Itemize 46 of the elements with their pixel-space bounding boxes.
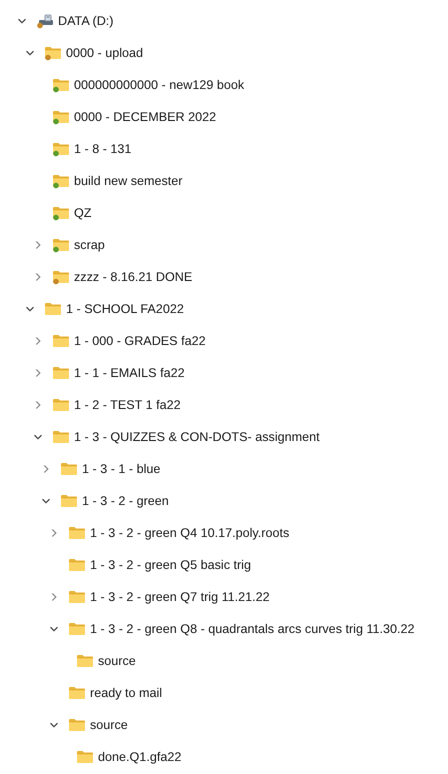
folder-icon	[68, 685, 86, 701]
tree-item[interactable]: 1 - 3 - QUIZZES & CON-DOTS- assignment	[74, 430, 320, 444]
folder-icon	[60, 461, 78, 477]
tree-item[interactable]: 1 - 3 - 2 - green Q7 trig 11.21.22	[90, 590, 270, 604]
tree-item[interactable]: 1 - 2 - TEST 1 fa22	[74, 398, 181, 412]
folder-icon	[76, 653, 94, 669]
tree-item[interactable]: DATA (D:)	[58, 14, 114, 28]
folder-icon	[52, 397, 70, 413]
folder-icon	[52, 429, 70, 445]
tree-item[interactable]: 1 - 3 - 2 - green Q8 - quadrantals arcs curves trig 11.30.22	[90, 622, 415, 636]
tree-item[interactable]: 0000 - upload	[66, 46, 144, 60]
chevron-icon[interactable]	[17, 16, 27, 26]
tree-item[interactable]: QZ	[74, 206, 92, 220]
folder-icon	[68, 557, 86, 573]
folder-icon	[76, 749, 94, 765]
folder-icon	[44, 301, 62, 317]
folder-icon	[68, 525, 86, 541]
chevron-icon[interactable]	[49, 720, 59, 730]
tree-item[interactable]: 0000 - DECEMBER 2022	[74, 110, 216, 124]
folder-icon	[68, 717, 86, 733]
tree-item[interactable]: zzzz - 8.16.21 DONE	[74, 270, 192, 284]
folder-icon	[52, 365, 70, 381]
tree-item[interactable]: ready to mail	[90, 686, 162, 700]
tree-item[interactable]: scrap	[74, 238, 105, 252]
tree-item[interactable]: 1 - 3 - 2 - green Q4 10.17.poly.roots	[90, 526, 290, 540]
folder-icon	[60, 493, 78, 509]
tree-item[interactable]: 1 - SCHOOL FA2022	[66, 302, 184, 316]
tree-item[interactable]: source	[98, 654, 136, 668]
tree-item[interactable]: 1 - 3 - 2 - green Q5 basic trig	[90, 558, 251, 572]
chevron-icon[interactable]	[49, 624, 59, 634]
tree-item[interactable]: 1 - 3 - 2 - green	[82, 494, 169, 508]
tree-item[interactable]: done.Q1.gfa22	[98, 750, 182, 764]
chevron-icon[interactable]	[41, 496, 51, 506]
folder-icon	[52, 333, 70, 349]
tree-item[interactable]: build new semester	[74, 174, 182, 188]
folder-icon	[68, 621, 86, 637]
tree-item[interactable]: 1 - 3 - 1 - blue	[82, 462, 160, 476]
tree-item[interactable]: 1 - 000 - GRADES fa22	[74, 334, 206, 348]
tree-item[interactable]: source	[90, 718, 128, 732]
folder-icon	[68, 589, 86, 605]
chevron-icon[interactable]	[25, 48, 35, 58]
tree-item[interactable]: 1 - 8 - 131	[74, 142, 132, 156]
chevron-icon[interactable]	[33, 432, 43, 442]
tree-item[interactable]: 1 - 1 - EMAILS fa22	[74, 366, 185, 380]
tree-item[interactable]: 000000000000 - new129 book	[74, 78, 244, 92]
chevron-icon[interactable]	[25, 304, 35, 314]
